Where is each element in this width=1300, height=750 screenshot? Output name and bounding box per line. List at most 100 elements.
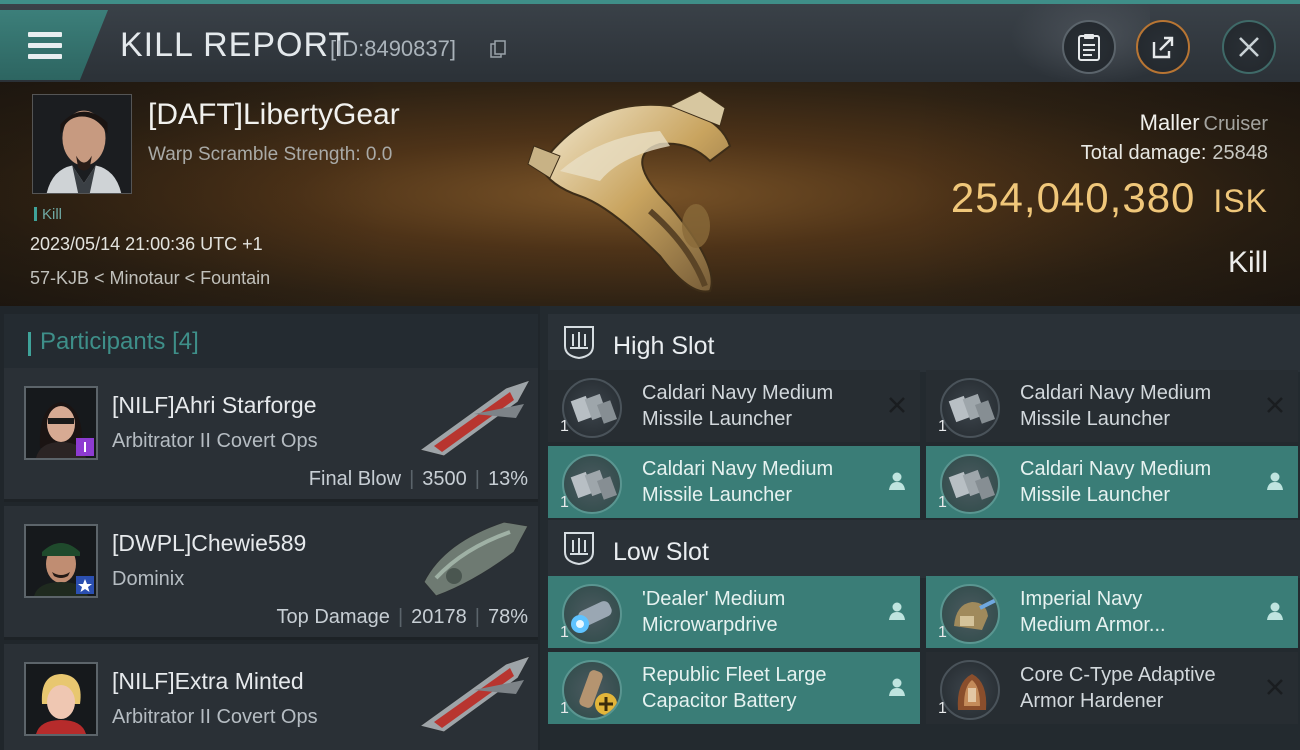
module-quantity: 1 [560,624,569,641]
kill-result: Kill [1227,246,1268,279]
person-icon [889,602,905,620]
victim-name[interactable]: [DAFT]LibertyGear [148,98,400,132]
faction-badge-icon [76,576,94,594]
close-button[interactable] [1222,20,1276,74]
participant-ship-image [423,521,529,597]
missile-launcher-icon [562,378,622,438]
total-damage-value: 25848 [1212,142,1268,164]
person-icon [1267,472,1283,490]
hamburger-icon [28,32,62,60]
low-slot-icon [564,532,594,566]
ship-class: Cruiser [1203,113,1268,135]
missile-launcher-icon [940,454,1000,514]
participant-avatar [24,524,98,598]
microwarpdrive-icon [562,584,622,644]
title-bar: KILL REPORT [ID:8490837] [0,0,1300,86]
report-id: [ID:8490837] [330,36,456,61]
isk-unit: ISK [1213,183,1268,219]
high-slot-icon [564,326,594,360]
fitting-panel: High Slot 1 Caldari Navy Medium Missile L… [540,306,1300,750]
total-damage: Total damage: 25848 [1081,142,1268,165]
module-name: 'Dealer' Medium Microwarpdrive [642,588,786,636]
module-name: Core C-Type Adaptive Armor Hardener [1020,664,1216,712]
armor-repairer-icon [940,584,1000,644]
copy-icon[interactable] [490,40,506,58]
module-name: Caldari Navy Medium Missile Launcher [1020,382,1212,430]
clipboard-icon [1078,34,1100,61]
person-icon [889,678,905,696]
participant-damage: 3500 [422,468,467,490]
participant-role: Final Blow [308,468,402,490]
participant-stats: Top Damage | 20178 | 78% [276,606,528,628]
participant-ship: Dominix [112,568,185,590]
isk-value: 254,040,380 ISK [951,174,1268,222]
destroyed-icon [1267,397,1283,413]
participant-stats: Final Blow | 3500 | 13% [308,468,528,490]
low-slot-header: Low Slot [548,520,1300,578]
menu-button[interactable] [0,10,108,80]
kill-tag: Kill [34,206,62,223]
missile-launcher-icon [940,378,1000,438]
victim-avatar[interactable] [32,94,132,194]
participant-name: [NILF]Extra Minted [112,668,304,694]
module-quantity: 1 [938,494,947,511]
clipboard-button[interactable] [1062,20,1116,74]
participant-ship-image [418,655,532,733]
destroyed-icon [889,397,905,413]
person-icon [889,472,905,490]
module-name: Imperial Navy Medium Armor... [1020,588,1166,636]
destroyed-icon [1267,679,1283,695]
participants-header: Participants [4] [4,314,538,374]
high-slot-title: High Slot [613,332,715,360]
participant-row[interactable]: [NILF]Ahri Starforge Arbitrator II Cover… [4,368,538,502]
module-slot[interactable]: 1 Caldari Navy Medium Missile Launcher [548,370,920,442]
participant-percent: 78% [487,606,528,628]
module-slot[interactable]: 1 Caldari Navy Medium Missile Launcher [548,446,920,518]
participants-label: Participants [40,328,166,355]
module-slot[interactable]: 1 Imperial Navy Medium Armor... [926,576,1298,648]
participant-percent: 13% [487,468,528,490]
participants-count: [4] [172,328,199,355]
victim-ship: Maller Cruiser [1140,110,1268,136]
participant-row[interactable]: [NILF]Extra Minted Arbitrator II Covert … [4,644,538,750]
module-quantity: 1 [560,700,569,717]
module-slot[interactable]: 1 'Dealer' Medium Microwarpdrive [548,576,920,648]
module-quantity: 1 [560,418,569,435]
high-slot-header: High Slot [548,314,1300,372]
victim-banner: [DAFT]LibertyGear Warp Scramble Strength… [0,82,1300,306]
participant-row[interactable]: [DWPL]Chewie589 Dominix Top Damage | 20178… [4,506,538,640]
faction-badge-icon [76,438,94,456]
participant-avatar [24,662,98,736]
warp-scramble-strength: Warp Scramble Strength: 0.0 [148,144,393,165]
participants-panel: Participants [4] [NILF]Ahri Starforge Ar… [0,306,540,750]
close-icon [1239,37,1259,57]
module-quantity: 1 [938,418,947,435]
armor-hardener-icon [940,660,1000,720]
module-name: Caldari Navy Medium Missile Launcher [642,382,834,430]
share-icon [1152,36,1174,59]
low-slot-title: Low Slot [613,538,709,566]
participant-name: [DWPL]Chewie589 [112,530,307,556]
total-damage-label: Total damage: [1080,142,1207,164]
module-slot[interactable]: 1 Core C-Type Adaptive Armor Hardener [926,652,1298,724]
capacitor-battery-icon [562,660,622,720]
participant-damage: 20178 [411,606,467,628]
page-title: KILL REPORT [120,26,351,64]
module-quantity: 1 [938,700,947,717]
module-slot[interactable]: 1 Caldari Navy Medium Missile Launcher [926,446,1298,518]
participant-ship-image [418,379,532,457]
module-name: Caldari Navy Medium Missile Launcher [1020,458,1212,506]
ship-name[interactable]: Maller [1140,110,1200,135]
module-slot[interactable]: 1 Republic Fleet Large Capacitor Battery [548,652,920,724]
victim-ship-image [527,90,732,293]
participant-ship: Arbitrator II Covert Ops [112,706,318,728]
kill-datetime: 2023/05/14 21:00:36 UTC +1 [30,234,263,254]
module-quantity: 1 [938,624,947,641]
participant-name: [NILF]Ahri Starforge [112,392,317,418]
module-slot[interactable]: 1 Caldari Navy Medium Missile Launcher [926,370,1298,442]
module-name: Republic Fleet Large Capacitor Battery [642,664,827,712]
kill-location[interactable]: 57-KJB < Minotaur < Fountain [30,268,270,289]
missile-launcher-icon [562,454,622,514]
share-button[interactable] [1136,20,1190,74]
person-icon [1267,602,1283,620]
